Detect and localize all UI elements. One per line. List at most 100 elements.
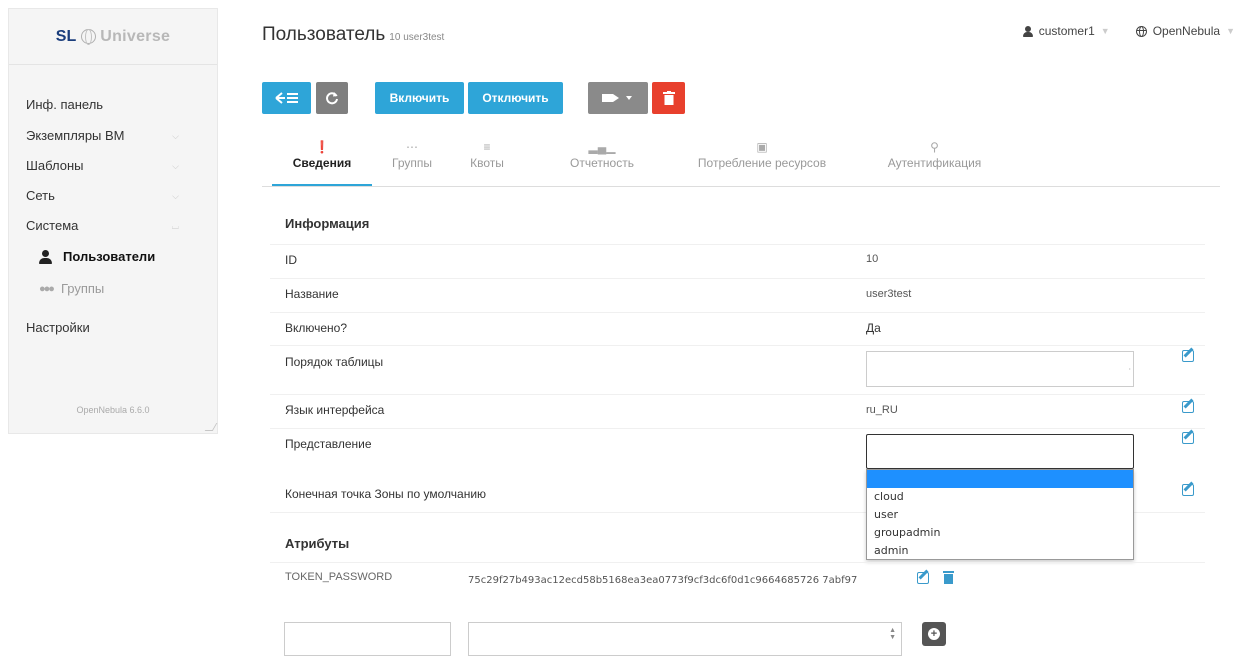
chevron-down-icon: ⌵ bbox=[172, 191, 179, 201]
divider bbox=[270, 428, 1205, 429]
user-menu[interactable]: customer1 ▼ bbox=[1022, 24, 1110, 38]
chevron-up-icon: ⌴ bbox=[171, 221, 179, 231]
header-right: customer1 ▼ OpenNebula ▼ bbox=[997, 24, 1235, 38]
chevron-down-icon: ⌵ bbox=[172, 131, 179, 141]
user-icon bbox=[1022, 25, 1033, 37]
plus-icon: + bbox=[928, 628, 940, 640]
edit-icon[interactable] bbox=[917, 572, 929, 584]
info-label-view: Представление bbox=[285, 437, 372, 451]
divider bbox=[270, 244, 1205, 245]
tabs: ❗ Сведения ⋯ Группы ≡ Квоты ▂▄▁ Отчетнос… bbox=[262, 134, 1220, 187]
tab-info[interactable]: ❗ Сведения bbox=[272, 134, 372, 186]
labels-dropdown-button[interactable] bbox=[588, 82, 648, 114]
disable-button[interactable]: Отключить bbox=[468, 82, 563, 114]
sidebar-item-dashboard[interactable]: Инф. панель bbox=[9, 89, 217, 121]
zone-menu[interactable]: OpenNebula ▼ bbox=[1135, 24, 1235, 38]
server-icon: ▣ bbox=[756, 140, 768, 154]
info-label-table-order: Порядок таблицы bbox=[285, 355, 384, 369]
sidebar-item-label: Сеть bbox=[26, 188, 55, 203]
chevron-down-icon: ⌵ bbox=[172, 161, 179, 171]
tab-label: Потребление ресурсов bbox=[697, 156, 827, 170]
caret-down-icon: ▼ bbox=[1226, 26, 1235, 36]
tag-icon bbox=[602, 94, 632, 102]
sidebar-item-settings[interactable]: Настройки bbox=[9, 313, 217, 343]
sidebar-item-vms[interactable]: Экземпляры ВМ ⌵ bbox=[9, 121, 217, 151]
bar-chart-icon: ▂▄▁ bbox=[588, 140, 616, 154]
divider bbox=[270, 345, 1205, 346]
attributes-heading: Атрибуты bbox=[285, 536, 350, 551]
sidebar-item-label: Система bbox=[26, 218, 79, 233]
trash-icon[interactable] bbox=[943, 571, 954, 584]
select-arrow-icon: ⋅ bbox=[1128, 365, 1131, 374]
user-menu-label: customer1 bbox=[1038, 24, 1095, 38]
user-icon bbox=[39, 250, 53, 264]
view-select[interactable] bbox=[866, 434, 1134, 469]
tab-showback[interactable]: ▣ Потребление ресурсов bbox=[677, 134, 847, 186]
tab-label: Отчетность bbox=[570, 156, 634, 170]
tab-label: Сведения bbox=[292, 156, 352, 170]
zone-menu-label: OpenNebula bbox=[1152, 24, 1221, 38]
delete-button[interactable] bbox=[652, 82, 685, 114]
edit-icon[interactable] bbox=[1182, 484, 1194, 496]
info-value-id: 10 bbox=[866, 253, 879, 265]
page-subtitle: 10 user3test bbox=[389, 32, 445, 43]
dropdown-option-groupadmin[interactable]: groupadmin bbox=[867, 524, 1133, 542]
attribute-key: TOKEN_PASSWORD bbox=[285, 571, 393, 583]
logo-universe-text: Universe bbox=[100, 27, 171, 45]
sidebar-item-groups[interactable]: ●●● Группы bbox=[9, 273, 217, 305]
sidebar: SL Universe Инф. панель Экземпляры ВМ ⌵ … bbox=[8, 8, 218, 434]
attribute-value: 75c29f27b493ac12ecd58b5168ea3ea0773f9cf3… bbox=[468, 575, 858, 586]
version-label: OpenNebula 6.6.0 bbox=[76, 405, 150, 415]
edit-icon[interactable] bbox=[1182, 401, 1194, 413]
dropdown-option-cloud[interactable]: cloud bbox=[867, 488, 1133, 506]
sidebar-item-network[interactable]: Сеть ⌵ bbox=[9, 181, 217, 211]
page-title: Пользователь 10 user3test bbox=[262, 24, 444, 46]
dropdown-option-admin[interactable]: admin bbox=[867, 542, 1133, 560]
sidebar-item-system[interactable]: Система ⌴ bbox=[9, 211, 217, 241]
sidebar-item-label: Экземпляры ВМ bbox=[26, 128, 125, 143]
info-value-enabled: Да bbox=[866, 321, 881, 335]
logo-globe-icon bbox=[81, 29, 97, 45]
sidebar-item-label: Пользователи bbox=[63, 249, 156, 264]
caret-down-icon: ▼ bbox=[1100, 26, 1110, 36]
logo[interactable]: SL Universe bbox=[9, 9, 217, 65]
sidebar-item-label: Настройки bbox=[26, 320, 90, 335]
dropdown-option[interactable] bbox=[867, 470, 1133, 488]
page-title-text: Пользователь bbox=[262, 24, 386, 45]
sidebar-item-label: Группы bbox=[60, 281, 105, 296]
sidebar-item-label: Шаблоны bbox=[26, 158, 84, 173]
tab-accounting[interactable]: ▂▄▁ Отчетность bbox=[557, 134, 647, 186]
key-icon: ⚲ bbox=[930, 140, 939, 154]
tab-auth[interactable]: ⚲ Аутентификация bbox=[872, 134, 997, 186]
add-attribute-button[interactable]: + bbox=[922, 622, 946, 646]
users-icon: ●●● bbox=[39, 283, 55, 295]
tab-groups[interactable]: ⋯ Группы bbox=[377, 134, 447, 186]
tab-quotas[interactable]: ≡ Квоты bbox=[457, 134, 517, 186]
divider bbox=[270, 562, 1205, 563]
edit-icon[interactable] bbox=[1182, 432, 1194, 444]
info-heading: Информация bbox=[285, 216, 370, 231]
back-to-list-button[interactable] bbox=[262, 82, 311, 114]
table-order-select[interactable]: ⋅ bbox=[866, 351, 1134, 387]
resize-grip-icon[interactable] bbox=[204, 423, 218, 431]
sidebar-item-users[interactable]: Пользователи bbox=[9, 241, 217, 273]
dropdown-option-user[interactable]: user bbox=[867, 506, 1133, 524]
users-icon: ⋯ bbox=[406, 140, 418, 154]
edit-icon[interactable] bbox=[1182, 350, 1194, 362]
info-label-enabled: Включено? bbox=[285, 321, 348, 335]
new-attribute-value-input[interactable]: ▲ ▼ bbox=[468, 622, 902, 656]
divider bbox=[270, 278, 1205, 279]
refresh-button[interactable] bbox=[316, 82, 348, 114]
sidebar-nav: Инф. панель Экземпляры ВМ ⌵ Шаблоны ⌵ Се… bbox=[9, 65, 217, 343]
info-label-id: ID bbox=[285, 253, 297, 267]
tab-label: Аутентификация bbox=[887, 156, 982, 170]
logo-sl-text: SL bbox=[55, 27, 77, 45]
sidebar-item-templates[interactable]: Шаблоны ⌵ bbox=[9, 151, 217, 181]
enable-button[interactable]: Включить bbox=[375, 82, 464, 114]
info-icon: ❗ bbox=[314, 140, 330, 154]
divider bbox=[270, 312, 1205, 313]
new-attribute-key-input[interactable] bbox=[284, 622, 451, 656]
view-dropdown-list: cloud user groupadmin admin bbox=[866, 469, 1134, 560]
refresh-icon bbox=[326, 92, 338, 105]
back-list-icon bbox=[274, 92, 298, 104]
